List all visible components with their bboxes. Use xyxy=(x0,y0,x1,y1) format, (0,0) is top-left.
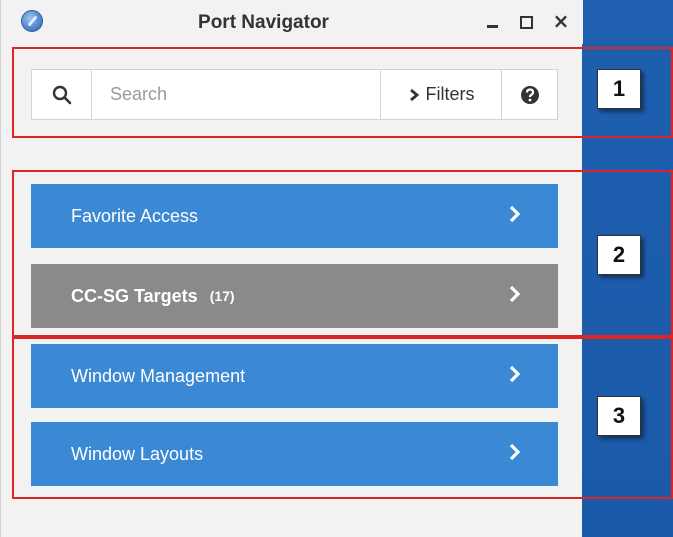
annotation-number-3: 3 xyxy=(597,396,641,436)
annotation-box-3 xyxy=(12,337,673,499)
title-bar: Port Navigator × xyxy=(1,0,583,44)
maximize-button[interactable] xyxy=(514,8,538,34)
minimize-button[interactable] xyxy=(481,8,505,34)
annotation-number-1: 1 xyxy=(597,69,641,109)
annotation-box-2 xyxy=(12,170,673,337)
annotation-box-1 xyxy=(12,47,673,138)
close-button[interactable]: × xyxy=(549,8,573,34)
window-title: Port Navigator xyxy=(198,12,329,33)
annotation-number-2: 2 xyxy=(597,235,641,275)
app-logo-icon xyxy=(21,10,43,32)
